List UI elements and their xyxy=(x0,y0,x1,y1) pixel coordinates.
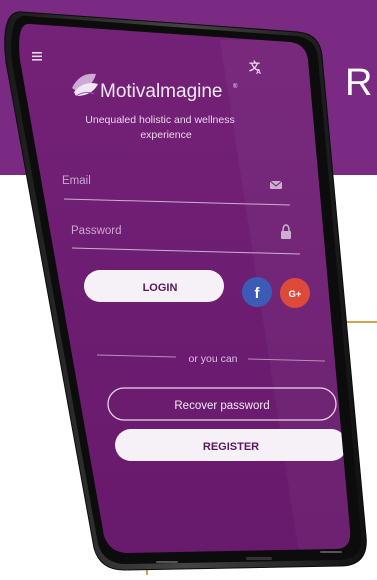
login-button[interactable]: LOGIN xyxy=(84,270,224,302)
envelope-icon xyxy=(269,180,283,189)
phone-mockup: 文 A Motivalmagine ® Unequaled holistic a… xyxy=(0,0,377,575)
login-button-label: LOGIN xyxy=(143,282,178,294)
svg-text:A: A xyxy=(256,69,261,76)
facebook-login-button[interactable]: f xyxy=(242,277,272,307)
divider-text: or you can xyxy=(188,353,237,365)
google-login-button[interactable]: G+ xyxy=(280,278,310,308)
tagline-line2: experience xyxy=(140,129,192,141)
brand-trademark: ® xyxy=(233,83,238,90)
email-placeholder: Email xyxy=(62,175,91,187)
password-placeholder: Password xyxy=(71,225,122,237)
google-icon: G+ xyxy=(289,289,302,300)
brand-name: Motivalmagine xyxy=(100,81,223,102)
hamburger-menu-icon[interactable] xyxy=(32,52,42,61)
register-button[interactable]: REGISTER xyxy=(115,429,347,461)
register-button-label: REGISTER xyxy=(203,441,259,453)
tagline-line1: Unequaled holistic and wellness xyxy=(85,114,234,126)
recover-password-label: Recover password xyxy=(174,400,269,412)
